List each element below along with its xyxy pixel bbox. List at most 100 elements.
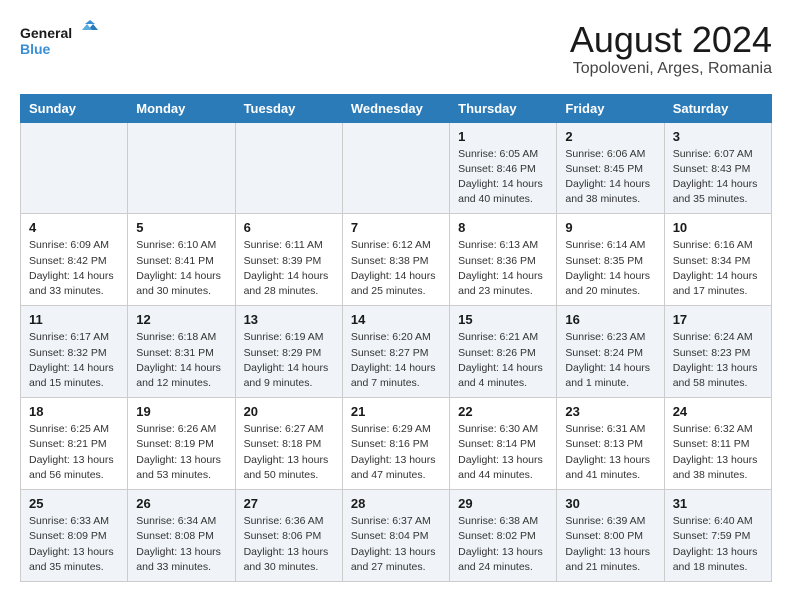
- calendar-cell: 20 Sunrise: 6:27 AMSunset: 8:18 PMDayligh…: [235, 398, 342, 490]
- day-number: 26: [136, 496, 226, 511]
- day-info: Sunrise: 6:09 AMSunset: 8:42 PMDaylight:…: [29, 238, 119, 299]
- day-number: 17: [673, 312, 763, 327]
- day-number: 30: [565, 496, 655, 511]
- calendar-cell: 8Sunrise: 6:13 AMSunset: 8:36 PMDaylight…: [450, 214, 557, 306]
- day-number: 6: [244, 220, 334, 235]
- page-header: General Blue August 2024 Topoloveni, Arg…: [20, 20, 772, 78]
- calendar-cell: 27 Sunrise: 6:36 AMSunset: 8:06 PMDayligh…: [235, 490, 342, 582]
- calendar-cell: 15 Sunrise: 6:21 AMSunset: 8:26 PMDayligh…: [450, 306, 557, 398]
- day-info: Sunrise: 6:16 AMSunset: 8:34 PMDaylight:…: [673, 238, 763, 299]
- calendar-header-row: SundayMondayTuesdayWednesdayThursdayFrid…: [21, 94, 772, 122]
- calendar-cell: 1Sunrise: 6:05 AMSunset: 8:46 PMDaylight…: [450, 122, 557, 214]
- calendar-week-row: 1Sunrise: 6:05 AMSunset: 8:46 PMDaylight…: [21, 122, 772, 214]
- calendar-cell: 12 Sunrise: 6:18 AMSunset: 8:31 PMDayligh…: [128, 306, 235, 398]
- weekday-header-monday: Monday: [128, 94, 235, 122]
- day-number: 21: [351, 404, 441, 419]
- title-block: August 2024 Topoloveni, Arges, Romania: [570, 20, 772, 78]
- day-info: Sunrise: 6:24 AMSunset: 8:23 PMDaylight:…: [673, 330, 763, 391]
- calendar-cell: 14 Sunrise: 6:20 AMSunset: 8:27 PMDayligh…: [342, 306, 449, 398]
- day-info: Sunrise: 6:23 AMSunset: 8:24 PMDaylight:…: [565, 330, 655, 391]
- day-info: Sunrise: 6:12 AMSunset: 8:38 PMDaylight:…: [351, 238, 441, 299]
- day-number: 20: [244, 404, 334, 419]
- calendar-table: SundayMondayTuesdayWednesdayThursdayFrid…: [20, 94, 772, 582]
- day-info: Sunrise: 6:37 AMSunset: 8:04 PMDaylight:…: [351, 514, 441, 575]
- calendar-cell: 26Sunrise: 6:34 AMSunset: 8:08 PMDayligh…: [128, 490, 235, 582]
- day-number: 19: [136, 404, 226, 419]
- calendar-cell: [342, 122, 449, 214]
- day-info: Sunrise: 6:20 AMSunset: 8:27 PMDaylight:…: [351, 330, 441, 391]
- calendar-cell: 24 Sunrise: 6:32 AMSunset: 8:11 PMDayligh…: [664, 398, 771, 490]
- day-number: 5: [136, 220, 226, 235]
- calendar-cell: 11Sunrise: 6:17 AMSunset: 8:32 PMDayligh…: [21, 306, 128, 398]
- day-info: Sunrise: 6:36 AMSunset: 8:06 PMDaylight:…: [244, 514, 334, 575]
- day-info: Sunrise: 6:07 AMSunset: 8:43 PMDaylight:…: [673, 147, 763, 208]
- calendar-cell: 17 Sunrise: 6:24 AMSunset: 8:23 PMDayligh…: [664, 306, 771, 398]
- calendar-cell: 7 Sunrise: 6:12 AMSunset: 8:38 PMDaylight…: [342, 214, 449, 306]
- calendar-cell: 22 Sunrise: 6:30 AMSunset: 8:14 PMDayligh…: [450, 398, 557, 490]
- day-number: 29: [458, 496, 548, 511]
- calendar-week-row: 4 Sunrise: 6:09 AMSunset: 8:42 PMDaylight…: [21, 214, 772, 306]
- weekday-header-sunday: Sunday: [21, 94, 128, 122]
- page-title: August 2024: [570, 20, 772, 60]
- calendar-cell: 2Sunrise: 6:06 AMSunset: 8:45 PMDaylight…: [557, 122, 664, 214]
- day-info: Sunrise: 6:10 AMSunset: 8:41 PMDaylight:…: [136, 238, 226, 299]
- page-subtitle: Topoloveni, Arges, Romania: [570, 60, 772, 78]
- calendar-cell: 16 Sunrise: 6:23 AMSunset: 8:24 PMDayligh…: [557, 306, 664, 398]
- day-info: Sunrise: 6:27 AMSunset: 8:18 PMDaylight:…: [244, 422, 334, 483]
- day-number: 25: [29, 496, 119, 511]
- day-number: 2: [565, 129, 655, 144]
- day-info: Sunrise: 6:39 AMSunset: 8:00 PMDaylight:…: [565, 514, 655, 575]
- calendar-cell: 5 Sunrise: 6:10 AMSunset: 8:41 PMDaylight…: [128, 214, 235, 306]
- day-info: Sunrise: 6:21 AMSunset: 8:26 PMDaylight:…: [458, 330, 548, 391]
- calendar-cell: 29 Sunrise: 6:38 AMSunset: 8:02 PMDayligh…: [450, 490, 557, 582]
- day-info: Sunrise: 6:14 AMSunset: 8:35 PMDaylight:…: [565, 238, 655, 299]
- day-info: Sunrise: 6:29 AMSunset: 8:16 PMDaylight:…: [351, 422, 441, 483]
- day-info: Sunrise: 6:11 AMSunset: 8:39 PMDaylight:…: [244, 238, 334, 299]
- calendar-week-row: 11Sunrise: 6:17 AMSunset: 8:32 PMDayligh…: [21, 306, 772, 398]
- day-number: 24: [673, 404, 763, 419]
- day-info: Sunrise: 6:38 AMSunset: 8:02 PMDaylight:…: [458, 514, 548, 575]
- weekday-header-tuesday: Tuesday: [235, 94, 342, 122]
- day-info: Sunrise: 6:40 AMSunset: 7:59 PMDaylight:…: [673, 514, 763, 575]
- day-info: Sunrise: 6:19 AMSunset: 8:29 PMDaylight:…: [244, 330, 334, 391]
- day-number: 14: [351, 312, 441, 327]
- day-number: 27: [244, 496, 334, 511]
- day-number: 1: [458, 129, 548, 144]
- logo-svg: General Blue: [20, 20, 100, 66]
- day-info: Sunrise: 6:17 AMSunset: 8:32 PMDaylight:…: [29, 330, 119, 391]
- calendar-cell: 4 Sunrise: 6:09 AMSunset: 8:42 PMDaylight…: [21, 214, 128, 306]
- calendar-week-row: 18Sunrise: 6:25 AMSunset: 8:21 PMDayligh…: [21, 398, 772, 490]
- day-number: 3: [673, 129, 763, 144]
- day-number: 15: [458, 312, 548, 327]
- day-number: 10: [673, 220, 763, 235]
- day-number: 13: [244, 312, 334, 327]
- day-info: Sunrise: 6:32 AMSunset: 8:11 PMDaylight:…: [673, 422, 763, 483]
- weekday-header-friday: Friday: [557, 94, 664, 122]
- calendar-cell: 23Sunrise: 6:31 AMSunset: 8:13 PMDayligh…: [557, 398, 664, 490]
- svg-text:General: General: [20, 25, 72, 41]
- calendar-cell: 13 Sunrise: 6:19 AMSunset: 8:29 PMDayligh…: [235, 306, 342, 398]
- day-number: 9: [565, 220, 655, 235]
- calendar-cell: [235, 122, 342, 214]
- calendar-cell: 21 Sunrise: 6:29 AMSunset: 8:16 PMDayligh…: [342, 398, 449, 490]
- day-number: 16: [565, 312, 655, 327]
- logo: General Blue: [20, 20, 100, 66]
- day-number: 7: [351, 220, 441, 235]
- day-number: 22: [458, 404, 548, 419]
- day-number: 4: [29, 220, 119, 235]
- calendar-cell: 31Sunrise: 6:40 AMSunset: 7:59 PMDayligh…: [664, 490, 771, 582]
- day-number: 12: [136, 312, 226, 327]
- day-number: 28: [351, 496, 441, 511]
- day-info: Sunrise: 6:18 AMSunset: 8:31 PMDaylight:…: [136, 330, 226, 391]
- weekday-header-wednesday: Wednesday: [342, 94, 449, 122]
- calendar-cell: 28 Sunrise: 6:37 AMSunset: 8:04 PMDayligh…: [342, 490, 449, 582]
- weekday-header-thursday: Thursday: [450, 94, 557, 122]
- calendar-week-row: 25Sunrise: 6:33 AMSunset: 8:09 PMDayligh…: [21, 490, 772, 582]
- calendar-cell: 10 Sunrise: 6:16 AMSunset: 8:34 PMDayligh…: [664, 214, 771, 306]
- day-info: Sunrise: 6:30 AMSunset: 8:14 PMDaylight:…: [458, 422, 548, 483]
- calendar-cell: 6 Sunrise: 6:11 AMSunset: 8:39 PMDaylight…: [235, 214, 342, 306]
- day-number: 23: [565, 404, 655, 419]
- weekday-header-saturday: Saturday: [664, 94, 771, 122]
- calendar-cell: 19 Sunrise: 6:26 AMSunset: 8:19 PMDayligh…: [128, 398, 235, 490]
- day-info: Sunrise: 6:26 AMSunset: 8:19 PMDaylight:…: [136, 422, 226, 483]
